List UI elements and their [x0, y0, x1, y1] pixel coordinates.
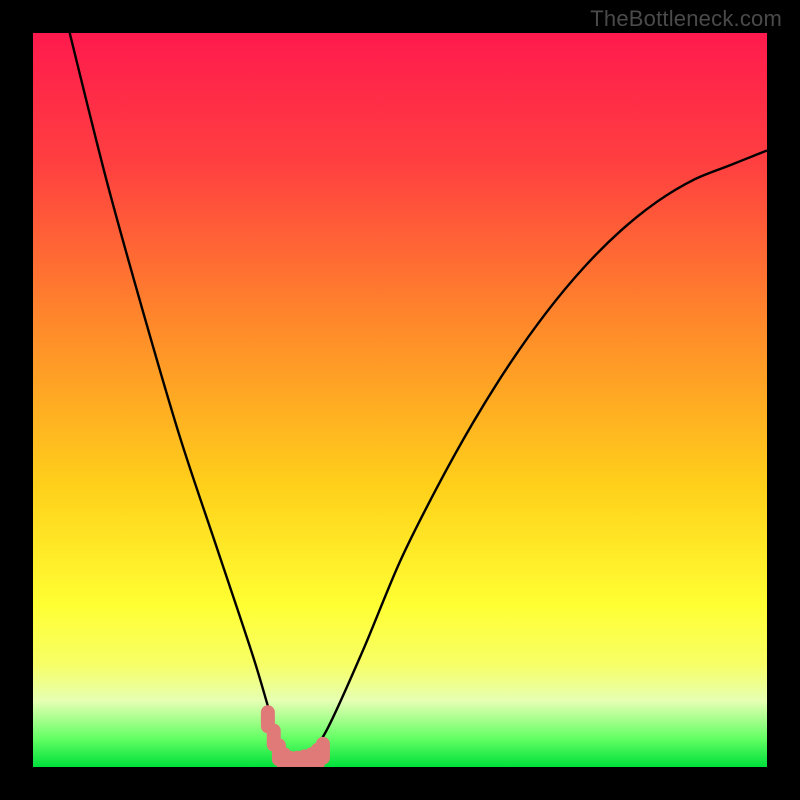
plot-area: [33, 33, 767, 767]
chart-frame: TheBottleneck.com: [0, 0, 800, 800]
valley-marker: [316, 737, 330, 765]
bottleneck-curve: [70, 33, 767, 767]
chart-svg: [33, 33, 767, 767]
watermark-text: TheBottleneck.com: [590, 6, 782, 32]
